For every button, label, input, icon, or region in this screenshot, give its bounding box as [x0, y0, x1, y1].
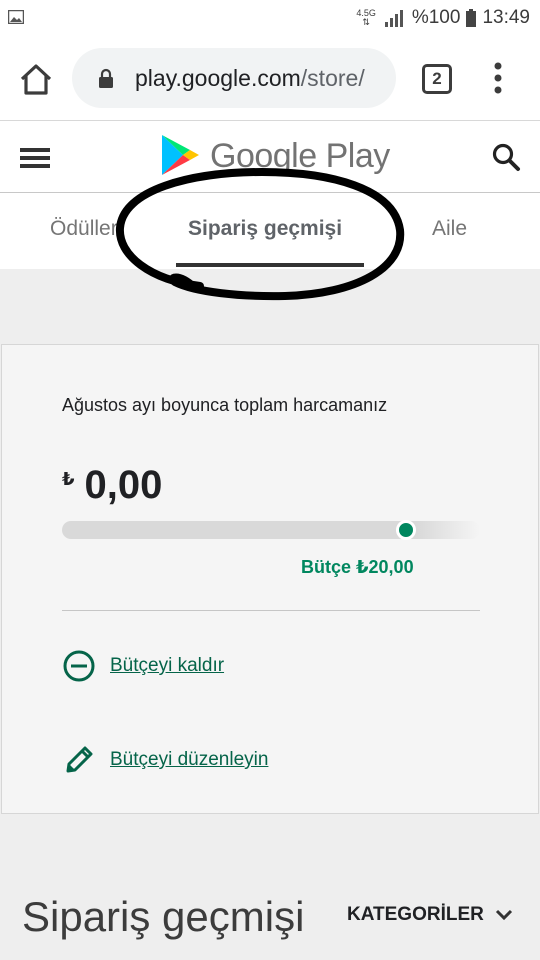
spending-title: Ağustos ayı boyunca toplam harcamanız [62, 395, 388, 415]
budget-marker [396, 520, 416, 540]
edit-budget-action[interactable]: Bütçeyi düzenleyin [62, 743, 268, 777]
network-indicator: 4.5G ⇅ [356, 8, 376, 27]
currency-symbol: ₺ [62, 469, 75, 489]
tab-order-history[interactable]: Sipariş geçmişi [188, 217, 342, 241]
clock: 13:49 [482, 7, 530, 28]
pencil-icon [66, 746, 93, 773]
url-text: play.google.com/store/ [135, 65, 365, 92]
google-play-logo-icon[interactable] [160, 133, 200, 177]
tab-switcher-button[interactable]: 2 [422, 64, 452, 94]
amount-value: 0,00 [84, 463, 163, 507]
budget-limit-label: Bütçe ₺20,00 [301, 557, 414, 577]
browser-toolbar: play.google.com/store/ 2 [0, 36, 540, 120]
status-bar: 4.5G ⇅ %100 13:49 [0, 0, 540, 36]
order-history-heading: Sipariş geçmişi [22, 893, 305, 940]
budget-card: Ağustos ayı boyunca toplam harcamanız ₺ … [1, 344, 539, 814]
tab-rewards[interactable]: Ödüller [50, 217, 118, 241]
tab-family[interactable]: Aile [432, 217, 467, 241]
battery-icon [466, 9, 477, 27]
play-header: Google Play [0, 120, 540, 193]
url-host: play.google.com [135, 65, 301, 91]
edit-budget-link[interactable]: Bütçeyi düzenleyin [110, 749, 268, 771]
budget-progress-bar [62, 520, 480, 540]
tab-active-indicator [176, 263, 364, 267]
lock-icon [99, 68, 113, 88]
menu-icon[interactable] [20, 145, 50, 171]
url-path: /store/ [300, 65, 365, 91]
categories-dropdown[interactable]: KATEGORİLER [347, 904, 514, 926]
spent-amount: ₺ 0,00 [62, 463, 162, 508]
chevron-down-icon [495, 909, 512, 921]
more-vert-icon[interactable] [486, 58, 510, 98]
remove-circle-icon [63, 650, 95, 682]
remove-budget-link[interactable]: Bütçeyi kaldır [110, 655, 224, 677]
search-icon[interactable] [490, 141, 522, 173]
categories-label: KATEGORİLER [347, 904, 484, 925]
home-icon[interactable] [16, 60, 56, 100]
account-tabs: Ödüller Sipariş geçmişi Aile [0, 193, 540, 269]
signal-icon [384, 10, 403, 27]
tab-count: 2 [432, 69, 442, 88]
address-bar[interactable]: play.google.com/store/ [72, 48, 396, 108]
gallery-icon [8, 10, 24, 24]
battery-percent: %100 [411, 7, 461, 28]
remove-budget-action[interactable]: Bütçeyi kaldır [62, 649, 224, 683]
google-play-wordmark: Google Play [210, 137, 390, 175]
card-divider [62, 610, 480, 611]
